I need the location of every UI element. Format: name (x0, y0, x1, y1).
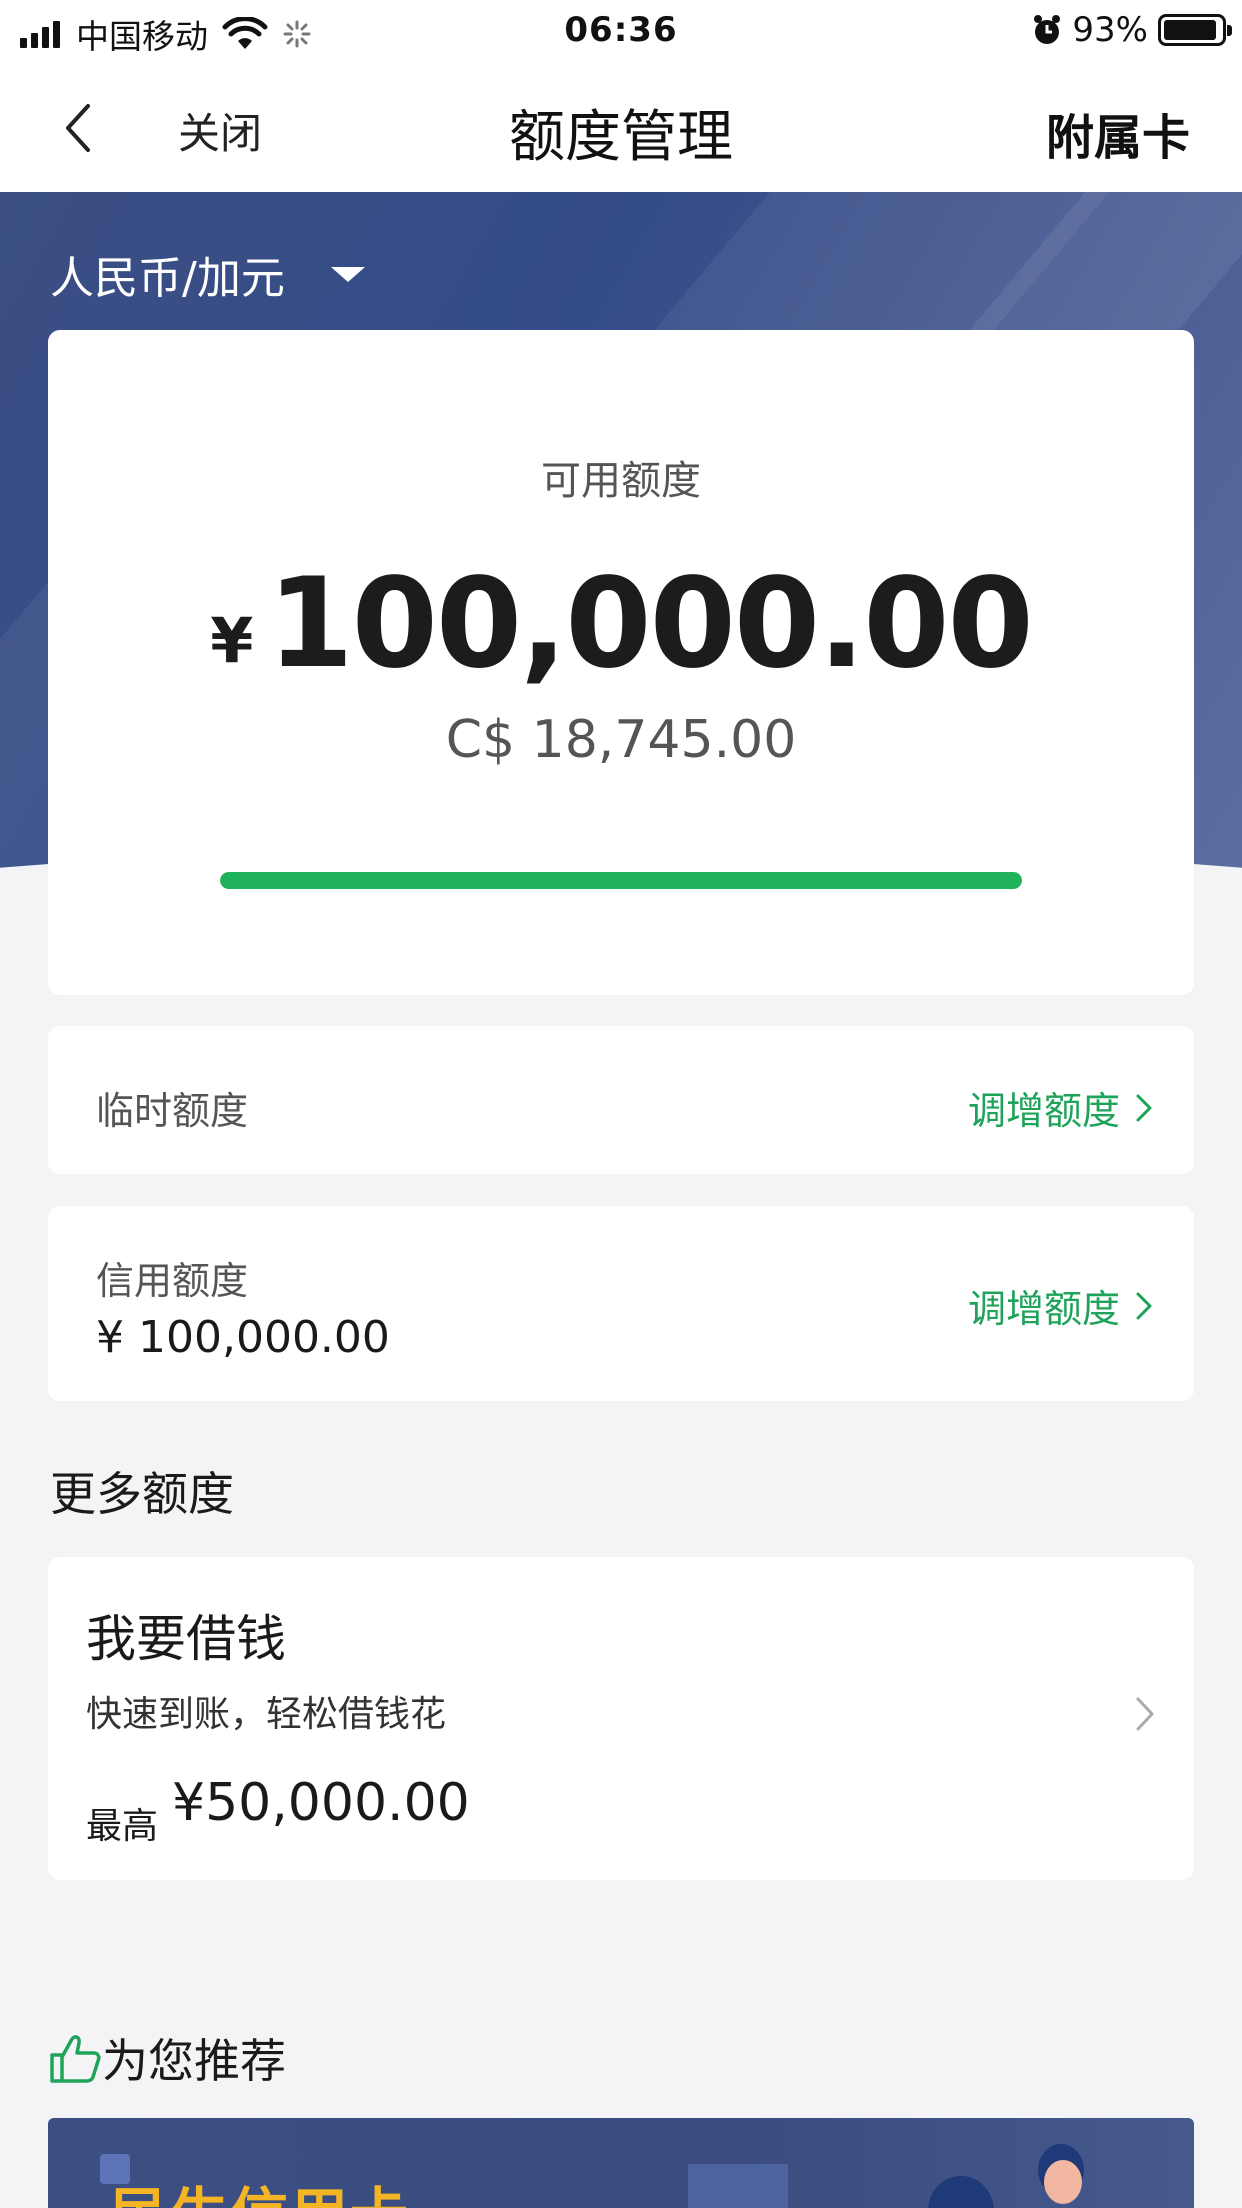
recommend-title: 为您推荐 (102, 2034, 286, 2088)
recommend-header: 为您推荐 (48, 2025, 286, 2091)
credit-usage-fill (220, 872, 1022, 889)
supplementary-card-button[interactable]: 附属卡 (1046, 98, 1190, 168)
caret-down-icon (330, 266, 365, 282)
increase-credit-limit-button[interactable]: 调增额度 (968, 1278, 1154, 1333)
battery-percent: 93% (1072, 10, 1148, 50)
promo-card-illustration (688, 2164, 788, 2208)
credit-limit-value: ¥ 100,000.00 (96, 1312, 390, 1363)
increase-temporary-limit-button[interactable]: 调增额度 (968, 1080, 1154, 1135)
battery-fill (1164, 20, 1217, 40)
person-illustration-face (1044, 2160, 1082, 2204)
chevron-right-icon (1136, 1094, 1152, 1121)
currency-selector-label: 人民币/加元 (50, 253, 285, 304)
currency-symbol: ¥ (210, 604, 254, 677)
promo-banner[interactable]: 民生信用卡 (48, 2118, 1194, 2208)
promo-title: 民生信用卡 (110, 2168, 410, 2208)
available-amount-value: 100,000.00 (267, 552, 1033, 696)
available-credit-card: 可用额度 ¥100,000.00 C$ 18,745.00 (48, 330, 1194, 995)
increase-limit-label: 调增额度 (967, 1287, 1120, 1331)
credit-limit-row[interactable]: 信用额度 ¥ 100,000.00 调增额度 (48, 1206, 1194, 1401)
credit-usage-bar (220, 872, 1022, 889)
temporary-limit-label: 临时额度 (96, 1089, 249, 1133)
available-credit-amount: ¥100,000.00 (48, 552, 1194, 696)
alarm-icon (1034, 15, 1061, 44)
increase-limit-label: 调增额度 (967, 1089, 1120, 1133)
max-amount-value: ¥50,000.00 (172, 1773, 470, 1833)
available-credit-label: 可用额度 (541, 458, 701, 504)
chevron-right-icon (1136, 1292, 1152, 1319)
borrow-money-title: 我要借钱 (86, 1610, 286, 1668)
borrow-money-card[interactable]: 我要借钱 快速到账，轻松借钱花 最高 ¥50,000.00 (48, 1557, 1194, 1880)
cad-equivalent-amount: C$ 18,745.00 (445, 710, 797, 770)
person-illustration (928, 2176, 994, 2208)
temporary-limit-row[interactable]: 临时额度 调增额度 (48, 1026, 1194, 1174)
credit-limit-label: 信用额度 (96, 1259, 249, 1303)
borrow-money-subtitle: 快速到账，轻松借钱花 (86, 1694, 447, 1735)
nav-bar: 关闭 额度管理 附属卡 (0, 62, 1242, 192)
more-limits-title: 更多额度 (50, 1467, 234, 1521)
thumbs-up-icon (50, 2035, 101, 2083)
chevron-right-icon (1136, 1697, 1154, 1731)
status-bar: 中国移动 06:36 93% (0, 0, 1242, 62)
currency-selector[interactable]: 人民币/加元 (50, 242, 365, 306)
max-amount-label: 最高 (86, 1806, 159, 1847)
battery-icon (1158, 14, 1232, 46)
